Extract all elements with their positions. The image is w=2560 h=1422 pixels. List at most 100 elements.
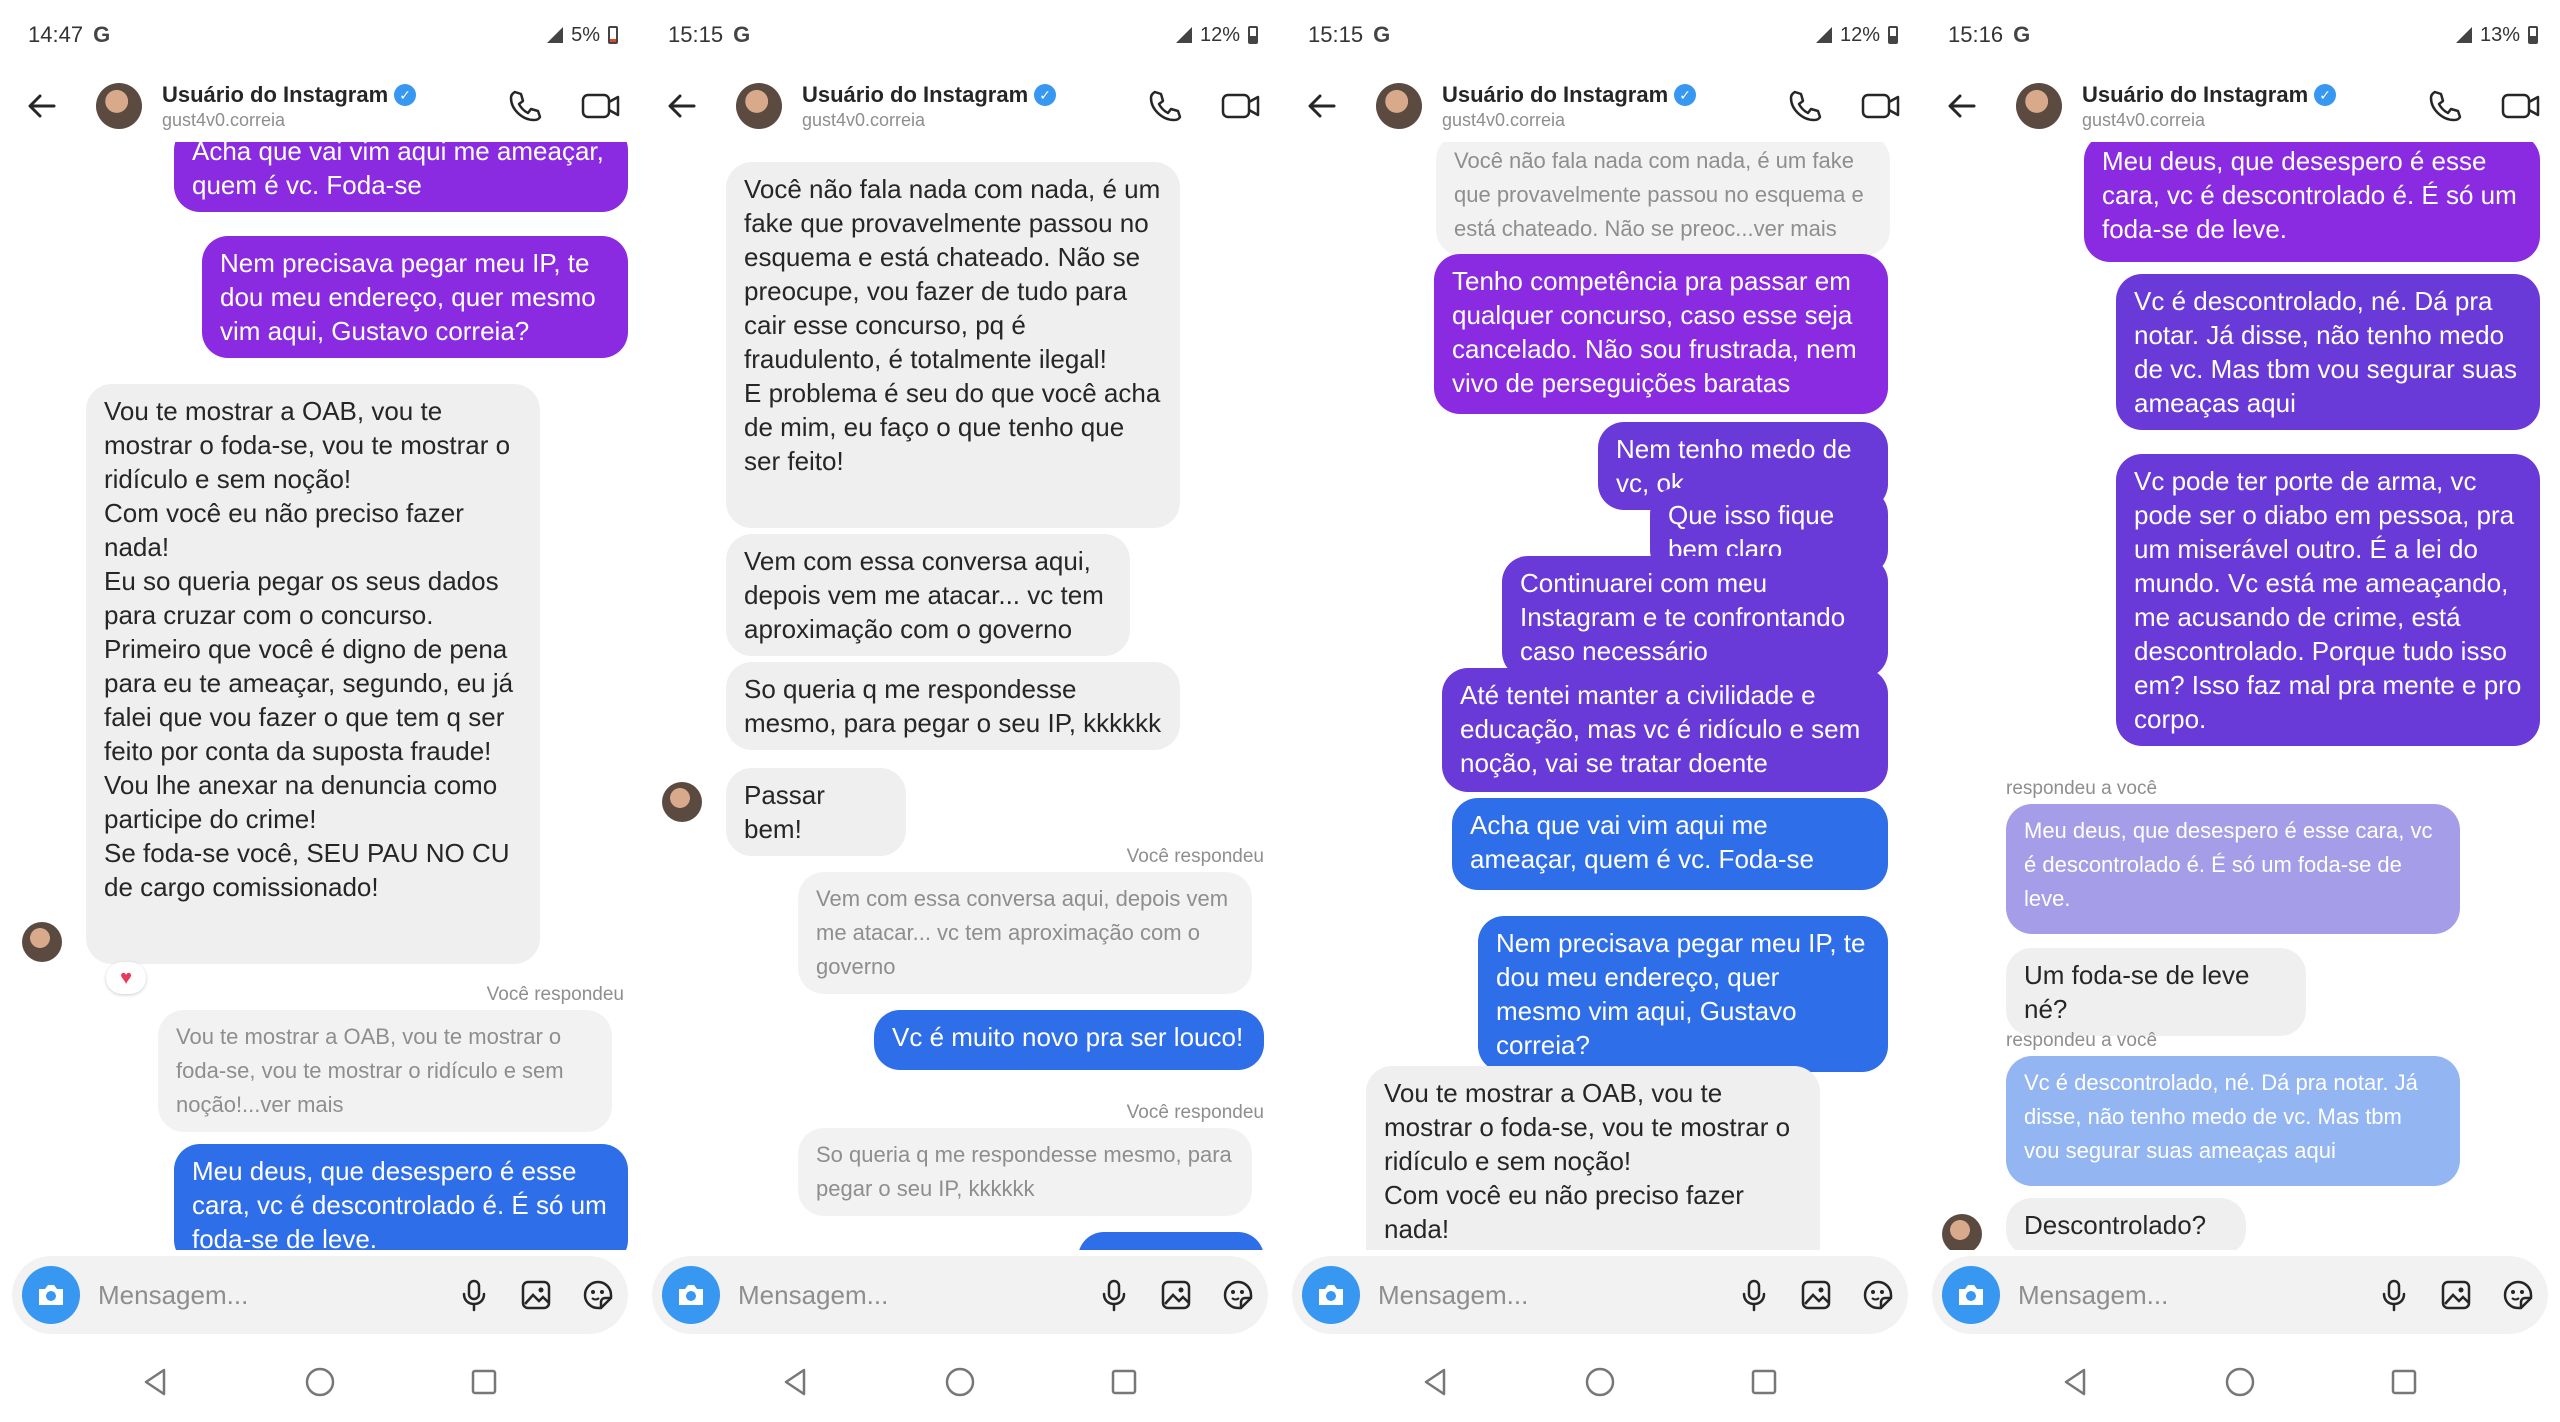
phone-icon[interactable] [1144, 85, 1186, 127]
gallery-icon[interactable] [1158, 1277, 1194, 1313]
message-bubble-sent[interactable]: Nem precisava pegar meu IP, te dou meu e… [1478, 916, 1888, 1072]
composer-actions [2376, 1277, 2536, 1313]
gallery-icon[interactable] [1798, 1277, 1834, 1313]
status-left: 15:16 G [1948, 22, 2030, 48]
message-bubble-sent[interactable]: Vc pode ter porte de arma, vc pode ser o… [2116, 454, 2540, 746]
message-bubble-sent[interactable]: Vc é muito novo pra ser louco! [874, 1010, 1264, 1070]
back-arrow-icon[interactable] [1942, 86, 1982, 126]
status-right: 13% [2455, 23, 2538, 47]
nav-back-icon[interactable] [134, 1360, 178, 1404]
back-arrow-icon[interactable] [662, 86, 702, 126]
avatar[interactable] [2016, 83, 2062, 129]
avatar[interactable] [736, 83, 782, 129]
nav-recents-icon[interactable] [1742, 1360, 1786, 1404]
quoted-reply[interactable]: Meu deus, que desespero é esse cara, vc … [2006, 804, 2460, 934]
composer-actions [456, 1277, 616, 1313]
sticker-icon[interactable] [2500, 1277, 2536, 1313]
quoted-reply[interactable]: Vem com essa conversa aqui, depois vem m… [798, 872, 1252, 994]
camera-icon[interactable] [662, 1266, 720, 1324]
microphone-icon[interactable] [1096, 1277, 1132, 1313]
status-time: 15:15 [1308, 22, 1364, 47]
video-icon[interactable] [2500, 85, 2542, 127]
video-icon[interactable] [1860, 85, 1902, 127]
microphone-icon[interactable] [1736, 1277, 1772, 1313]
message-bubble-sent[interactable]: Até tentei manter a civilidade e educaçã… [1442, 668, 1888, 792]
message-bubble-sent[interactable]: Continuarei com meu Instagram e te confr… [1502, 556, 1888, 678]
nav-home-icon[interactable] [2218, 1360, 2262, 1404]
nav-back-icon[interactable] [774, 1360, 818, 1404]
nav-recents-icon[interactable] [1102, 1360, 1146, 1404]
header-text[interactable]: Usuário do Instagram ✓ gust4v0.correia [802, 82, 1144, 131]
quoted-reply[interactable]: Você não fala nada com nada, é um fake q… [1436, 142, 1890, 256]
phone-icon[interactable] [504, 85, 546, 127]
phone-icon[interactable] [2424, 85, 2466, 127]
microphone-icon[interactable] [456, 1277, 492, 1313]
quoted-reply[interactable]: So queria q me respondesse mesmo, para p… [798, 1128, 1252, 1216]
composer-actions [1736, 1277, 1896, 1313]
contact-name-row: Usuário do Instagram ✓ [2082, 82, 2424, 108]
chat-header: Usuário do Instagram ✓ gust4v0.correia [1280, 70, 1920, 142]
message-bubble-received[interactable]: Um foda-se de leve né? [2006, 948, 2306, 1036]
video-icon[interactable] [580, 85, 622, 127]
sticker-icon[interactable] [580, 1277, 616, 1313]
sticker-icon[interactable] [1220, 1277, 1256, 1313]
contact-username: gust4v0.correia [162, 109, 286, 130]
gallery-icon[interactable] [2438, 1277, 2474, 1313]
message-bubble-received[interactable]: Descontrolado? [2006, 1198, 2246, 1250]
avatar[interactable] [96, 83, 142, 129]
gallery-icon[interactable] [518, 1277, 554, 1313]
message-bubble-sent[interactable]: Meu deus, que desespero é esse cara, vc … [2084, 142, 2540, 262]
video-icon[interactable] [1220, 85, 1262, 127]
message-bubble-received[interactable]: Vou te mostrar a OAB, vou te mostrar o f… [86, 384, 540, 964]
sender-avatar[interactable] [1942, 1214, 1982, 1250]
battery-percent: 13% [2479, 23, 2520, 46]
battery-icon [1888, 26, 1898, 44]
message-bubble-received[interactable]: Você não fala nada com nada, é um fake q… [726, 162, 1180, 528]
nav-back-icon[interactable] [2054, 1360, 2098, 1404]
heart-icon[interactable]: ♥ [106, 962, 146, 994]
contact-name: Usuário do Instagram [802, 81, 1029, 107]
message-input[interactable] [98, 1279, 456, 1311]
microphone-icon[interactable] [2376, 1277, 2412, 1313]
header-text[interactable]: Usuário do Instagram ✓ gust4v0.correia [162, 82, 504, 131]
camera-icon[interactable] [1302, 1266, 1360, 1324]
sender-avatar[interactable] [22, 922, 62, 962]
signal-icon [1815, 27, 1832, 43]
message-input[interactable] [2018, 1279, 2376, 1311]
reply-label: Você respondeu [1126, 846, 1264, 867]
status-bar: 14:47 G 5% [0, 0, 640, 70]
header-text[interactable]: Usuário do Instagram ✓ gust4v0.correia [2082, 82, 2424, 131]
sender-avatar[interactable] [662, 782, 702, 822]
camera-icon[interactable] [22, 1266, 80, 1324]
nav-home-icon[interactable] [298, 1360, 342, 1404]
message-bubble-sent[interactable]: Nem precisava pegar meu IP, te dou meu e… [202, 236, 628, 358]
header-text[interactable]: Usuário do Instagram ✓ gust4v0.correia [1442, 82, 1784, 131]
message-bubble-received[interactable]: So queria q me respondesse mesmo, para p… [726, 662, 1180, 750]
message-bubble-received[interactable]: Vou te mostrar a OAB, vou te mostrar o f… [1366, 1066, 1820, 1250]
message-input[interactable] [1378, 1279, 1736, 1311]
message-bubble-sent[interactable]: Vc é descontrolado, né. Dá pra notar. Já… [2116, 274, 2540, 430]
avatar[interactable] [1376, 83, 1422, 129]
back-arrow-icon[interactable] [1302, 86, 1342, 126]
contact-name: Usuário do Instagram [2082, 81, 2309, 107]
message-bubble-sent[interactable] [1078, 1232, 1264, 1250]
message-bubble-received[interactable]: Passar bem! [726, 768, 906, 856]
message-bubble-sent[interactable]: Acha que vai vim aqui me ameaçar, quem é… [1452, 798, 1888, 890]
sticker-icon[interactable] [1860, 1277, 1896, 1313]
camera-icon[interactable] [1942, 1266, 2000, 1324]
nav-home-icon[interactable] [1578, 1360, 1622, 1404]
quoted-reply[interactable]: Vc é descontrolado, né. Dá pra notar. Já… [2006, 1056, 2460, 1186]
nav-recents-icon[interactable] [462, 1360, 506, 1404]
message-bubble-sent[interactable]: Acha que vai vim aqui me ameaçar, quem é… [174, 142, 628, 212]
phone-icon[interactable] [1784, 85, 1826, 127]
nav-recents-icon[interactable] [2382, 1360, 2426, 1404]
message-bubble-received[interactable]: Vem com essa conversa aqui, depois vem m… [726, 534, 1130, 656]
message-bubble-sent[interactable]: Tenho competência pra passar em qualquer… [1434, 254, 1888, 414]
nav-home-icon[interactable] [938, 1360, 982, 1404]
nav-back-icon[interactable] [1414, 1360, 1458, 1404]
quoted-reply[interactable]: Vou te mostrar a OAB, vou te mostrar o f… [158, 1010, 612, 1132]
message-input[interactable] [738, 1279, 1096, 1311]
message-bubble-sent[interactable]: Meu deus, que desespero é esse cara, vc … [174, 1144, 628, 1250]
back-arrow-icon[interactable] [22, 86, 62, 126]
reply-label: respondeu a você [2006, 1030, 2158, 1051]
